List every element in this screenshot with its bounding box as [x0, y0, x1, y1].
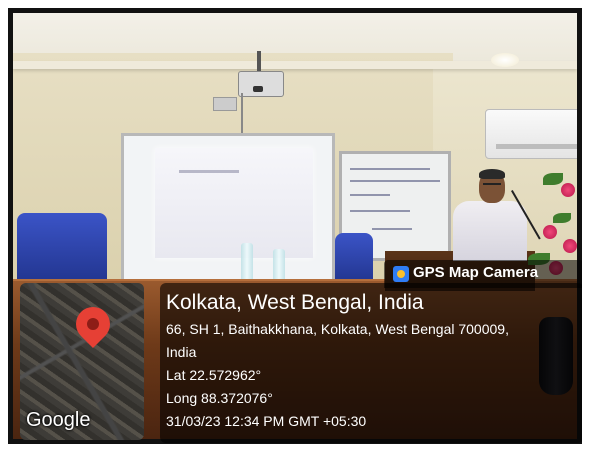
map-pin-dot	[84, 315, 102, 333]
speaker-body	[453, 201, 527, 261]
speaker-glasses	[483, 183, 501, 189]
address-line-2: India	[166, 344, 197, 360]
blue-chair	[17, 213, 107, 283]
longitude: Long 88.372076°	[166, 390, 273, 406]
location-title: Kolkata, West Bengal, India	[166, 291, 424, 314]
photo-frame: Google GPS Map Camera Kolkata, West Beng…	[8, 8, 582, 444]
scribble	[350, 168, 430, 170]
camera-app-icon	[393, 266, 409, 282]
speaker-hair	[479, 169, 505, 179]
flower	[543, 225, 557, 239]
ac-vent	[496, 144, 577, 149]
projector-mount	[257, 51, 261, 71]
address-line-1: 66, SH 1, Baithakkhana, Kolkata, West Be…	[166, 321, 509, 337]
camera-lens	[397, 270, 405, 278]
scribble	[350, 180, 440, 182]
scribble	[372, 228, 412, 230]
projector-lens	[253, 86, 263, 92]
latitude: Lat 22.572962°	[166, 367, 262, 383]
flower	[561, 183, 575, 197]
blue-chair	[335, 233, 373, 283]
scribble	[350, 194, 390, 196]
flower	[563, 239, 577, 253]
timestamp: 31/03/23 12:34 PM GMT +05:30	[166, 413, 367, 429]
scribble	[350, 210, 410, 212]
ceiling-light	[491, 53, 519, 67]
wall-socket	[213, 97, 237, 111]
projector	[238, 71, 284, 97]
air-conditioner	[485, 109, 577, 159]
projected-text	[179, 170, 239, 173]
projection-screen	[155, 148, 313, 258]
leaf	[553, 213, 571, 223]
google-map-label: Google	[26, 409, 91, 431]
app-name: GPS Map Camera	[413, 264, 539, 281]
map-thumbnail: Google	[20, 283, 144, 440]
leaf	[543, 173, 563, 185]
